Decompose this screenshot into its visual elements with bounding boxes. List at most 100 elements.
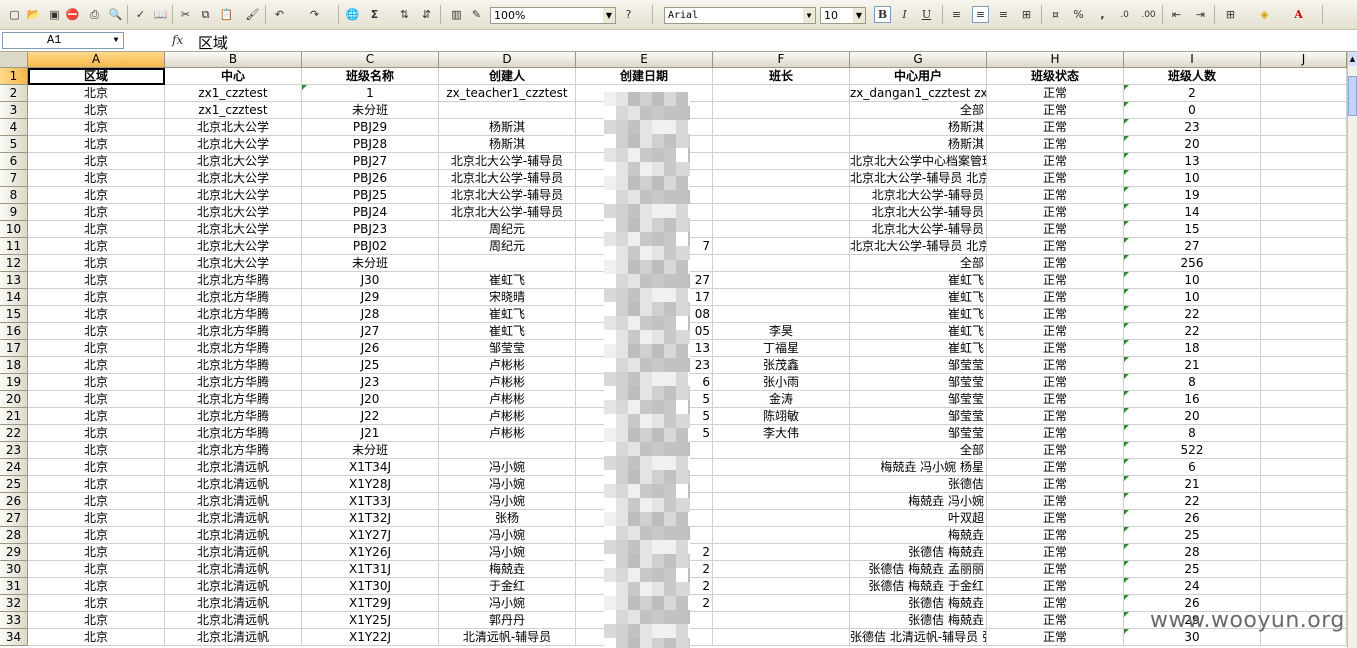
cell-b[interactable]: 北京北清远帆: [165, 527, 302, 544]
fx-icon[interactable]: fx: [172, 33, 183, 47]
cell-a[interactable]: 北京: [28, 527, 165, 544]
cell-b[interactable]: 北京北大公学: [165, 136, 302, 153]
name-box[interactable]: A1 ▼: [2, 32, 124, 49]
cell-a[interactable]: 北京: [28, 476, 165, 493]
cell-b[interactable]: 北京北大公学: [165, 170, 302, 187]
cell-g[interactable]: 崔虹飞: [850, 272, 987, 289]
cell-f[interactable]: [713, 459, 850, 476]
row-header[interactable]: 34: [0, 629, 28, 646]
cell-h[interactable]: 正常: [987, 527, 1124, 544]
cell-d[interactable]: 卢彬彬: [439, 357, 576, 374]
empty-cell[interactable]: [1261, 527, 1347, 544]
cell-g[interactable]: 崔虹飞: [850, 306, 987, 323]
cell-d[interactable]: 周纪元: [439, 221, 576, 238]
cell-g[interactable]: 邹莹莹: [850, 357, 987, 374]
cell-a[interactable]: 北京: [28, 561, 165, 578]
comma-button[interactable]: ,: [1094, 6, 1111, 23]
cell-i[interactable]: 15: [1124, 221, 1261, 238]
cell-f[interactable]: [713, 170, 850, 187]
column-header-h[interactable]: H: [987, 52, 1124, 68]
cell-g[interactable]: 张德佶 梅兢垚 孟丽丽: [850, 561, 987, 578]
cell-h[interactable]: 正常: [987, 204, 1124, 221]
empty-cell[interactable]: [1261, 306, 1347, 323]
cell-a[interactable]: 北京: [28, 595, 165, 612]
cell-g[interactable]: 崔虹飞: [850, 289, 987, 306]
column-header-j[interactable]: J: [1261, 52, 1347, 68]
cell-b[interactable]: 北京北清远帆: [165, 459, 302, 476]
empty-cell[interactable]: [1261, 459, 1347, 476]
cell-d[interactable]: 邹莹莹: [439, 340, 576, 357]
cell-a[interactable]: 北京: [28, 289, 165, 306]
cell-f[interactable]: [713, 629, 850, 646]
cell-h[interactable]: 正常: [987, 493, 1124, 510]
cell-g[interactable]: 杨斯淇: [850, 136, 987, 153]
empty-cell[interactable]: [1261, 170, 1347, 187]
cell-i[interactable]: 8: [1124, 374, 1261, 391]
cell-b[interactable]: 北京北方华腾: [165, 306, 302, 323]
cell-a[interactable]: 北京: [28, 187, 165, 204]
empty-cell[interactable]: [1261, 493, 1347, 510]
empty-cell[interactable]: [1261, 408, 1347, 425]
cell-h[interactable]: 正常: [987, 272, 1124, 289]
cell-b[interactable]: 北京北清远帆: [165, 561, 302, 578]
cell-d[interactable]: 于金红: [439, 578, 576, 595]
row-header[interactable]: 26: [0, 493, 28, 510]
cell-b[interactable]: 北京北方华腾: [165, 391, 302, 408]
cell-g[interactable]: 邹莹莹: [850, 408, 987, 425]
cell-h[interactable]: 正常: [987, 425, 1124, 442]
cell-g[interactable]: 全部: [850, 255, 987, 272]
cell-g[interactable]: 崔虹飞: [850, 323, 987, 340]
print-icon[interactable]: ⎙: [86, 6, 103, 23]
autosum-icon[interactable]: Σ: [366, 6, 383, 23]
font-name-select[interactable]: Arial ▼: [664, 7, 816, 24]
cell-f[interactable]: [713, 442, 850, 459]
cell-h[interactable]: 正常: [987, 136, 1124, 153]
scroll-thumb[interactable]: [1348, 76, 1357, 116]
permission-icon[interactable]: ⛔: [64, 6, 81, 23]
cell-f[interactable]: [713, 476, 850, 493]
cell-a[interactable]: 北京: [28, 85, 165, 102]
cell-i[interactable]: 21: [1124, 357, 1261, 374]
header-cell-e[interactable]: 创建日期: [576, 68, 713, 85]
empty-cell[interactable]: [1261, 476, 1347, 493]
empty-cell[interactable]: [1261, 323, 1347, 340]
cell-f[interactable]: [713, 544, 850, 561]
cell-d[interactable]: 卢彬彬: [439, 408, 576, 425]
column-header-a[interactable]: A: [28, 52, 165, 68]
cell-c[interactable]: X1T31J: [302, 561, 439, 578]
cell-c[interactable]: PBJ28: [302, 136, 439, 153]
italic-button[interactable]: I: [896, 6, 913, 23]
cell-i[interactable]: 25: [1124, 527, 1261, 544]
spelling-icon[interactable]: ✓: [132, 6, 149, 23]
cell-c[interactable]: 未分班: [302, 255, 439, 272]
empty-cell[interactable]: [1261, 578, 1347, 595]
currency-icon[interactable]: ¤: [1047, 6, 1064, 23]
cell-b[interactable]: 北京北方华腾: [165, 442, 302, 459]
cell-b[interactable]: 北京北大公学: [165, 187, 302, 204]
cell-c[interactable]: PBJ29: [302, 119, 439, 136]
empty-cell[interactable]: [1261, 153, 1347, 170]
cell-c[interactable]: X1Y28J: [302, 476, 439, 493]
cell-a[interactable]: 北京: [28, 612, 165, 629]
cell-a[interactable]: 北京: [28, 153, 165, 170]
cell-f[interactable]: [713, 561, 850, 578]
cell-c[interactable]: J30: [302, 272, 439, 289]
header-cell-f[interactable]: 班长: [713, 68, 850, 85]
cell-f[interactable]: 张茂鑫: [713, 357, 850, 374]
row-header[interactable]: 14: [0, 289, 28, 306]
cell-a[interactable]: 北京: [28, 221, 165, 238]
cell-f[interactable]: 陈翊敏: [713, 408, 850, 425]
empty-cell[interactable]: [1261, 221, 1347, 238]
cell-c[interactable]: X1T29J: [302, 595, 439, 612]
cell-i[interactable]: 256: [1124, 255, 1261, 272]
cell-d[interactable]: 张杨: [439, 510, 576, 527]
cell-c[interactable]: X1Y26J: [302, 544, 439, 561]
cell-h[interactable]: 正常: [987, 544, 1124, 561]
cell-b[interactable]: 北京北清远帆: [165, 578, 302, 595]
cell-a[interactable]: 北京: [28, 306, 165, 323]
cell-f[interactable]: [713, 510, 850, 527]
align-center-icon[interactable]: ≡: [972, 6, 989, 23]
cell-i[interactable]: 2: [1124, 85, 1261, 102]
cell-g[interactable]: 张德佶 梅兢垚: [850, 612, 987, 629]
cell-d[interactable]: 北京北大公学-辅导员: [439, 170, 576, 187]
